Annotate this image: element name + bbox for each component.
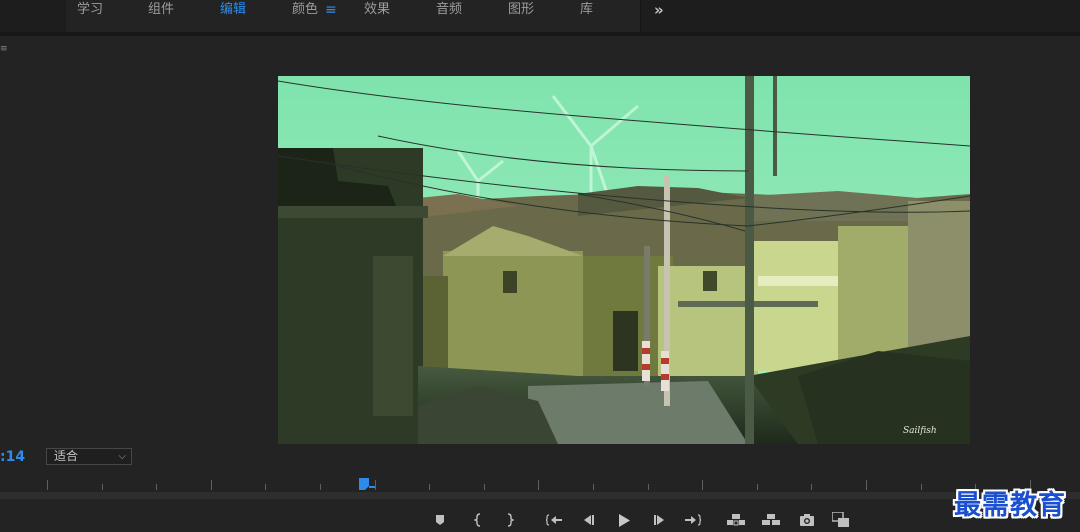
ruler-tick <box>429 484 430 490</box>
ruler-tick <box>156 484 157 490</box>
extract-icon[interactable] <box>760 510 782 530</box>
tab-graphics[interactable]: 图形 <box>508 2 534 18</box>
ruler-tick <box>538 480 539 490</box>
ruler-tick <box>866 480 867 490</box>
step-back-icon[interactable] <box>578 510 600 530</box>
zoom-scroll-bar[interactable] <box>0 492 1080 499</box>
watermark-logo: 最需教育 <box>954 490 1066 521</box>
add-marker-icon[interactable] <box>429 510 451 530</box>
ruler-tick <box>811 484 812 490</box>
video-signature: Sailfish <box>903 426 937 436</box>
ruler-tick <box>375 480 376 490</box>
step-forward-icon[interactable] <box>648 510 670 530</box>
program-monitor-video: Sailfish <box>278 76 970 444</box>
workspace-divider <box>640 0 641 32</box>
ruler-tick <box>265 484 266 490</box>
ruler-tick <box>102 484 103 490</box>
playhead-icon[interactable] <box>359 478 375 490</box>
transport-controls <box>0 506 1080 532</box>
playhead-timecode[interactable]: :14 <box>0 449 25 465</box>
comparison-view-icon[interactable] <box>830 510 852 530</box>
fit-dropdown[interactable]: 适合 ⌵ <box>46 448 132 465</box>
tab-assembly[interactable]: 组件 <box>148 2 174 18</box>
time-ruler[interactable] <box>0 474 1080 492</box>
tab-audio[interactable]: 音频 <box>436 2 462 18</box>
tab-editing[interactable]: 编辑 <box>220 2 246 18</box>
ruler-tick <box>320 484 321 490</box>
lift-icon[interactable] <box>725 510 747 530</box>
ruler-tick <box>757 484 758 490</box>
ruler-tick <box>47 480 48 490</box>
go-to-out-icon[interactable] <box>682 510 704 530</box>
tab-learn[interactable]: 学习 <box>77 2 103 18</box>
play-icon[interactable] <box>613 510 635 530</box>
go-to-in-icon[interactable] <box>543 510 565 530</box>
ruler-tick <box>211 480 212 490</box>
ruler-tick <box>648 484 649 490</box>
tab-libraries[interactable]: 库 <box>580 2 593 18</box>
workspace-bar: 学习 组件 编辑 ≡ 颜色 效果 音频 图形 库 » <box>0 0 1080 32</box>
ruler-tick <box>484 484 485 490</box>
tab-color[interactable]: 颜色 <box>292 2 318 18</box>
fit-dropdown-value: 适合 <box>54 449 79 463</box>
workspace-menu-icon[interactable]: ≡ <box>325 2 337 18</box>
video-frame: Sailfish <box>278 76 970 444</box>
ruler-tick <box>593 484 594 490</box>
mark-out-icon[interactable] <box>499 510 521 530</box>
tab-effects[interactable]: 效果 <box>364 2 390 18</box>
export-frame-icon[interactable] <box>796 510 818 530</box>
ruler-tick <box>702 480 703 490</box>
workspace-tabs: 学习 组件 编辑 ≡ 颜色 效果 音频 图形 库 <box>66 0 640 32</box>
more-workspaces-icon[interactable]: » <box>654 1 664 19</box>
mark-in-icon[interactable] <box>467 510 489 530</box>
panel-menu-icon[interactable]: ≡ <box>0 44 8 54</box>
panel-top-border <box>0 32 1080 36</box>
ruler-tick <box>921 484 922 490</box>
chevron-down-icon: ⌵ <box>118 451 126 462</box>
